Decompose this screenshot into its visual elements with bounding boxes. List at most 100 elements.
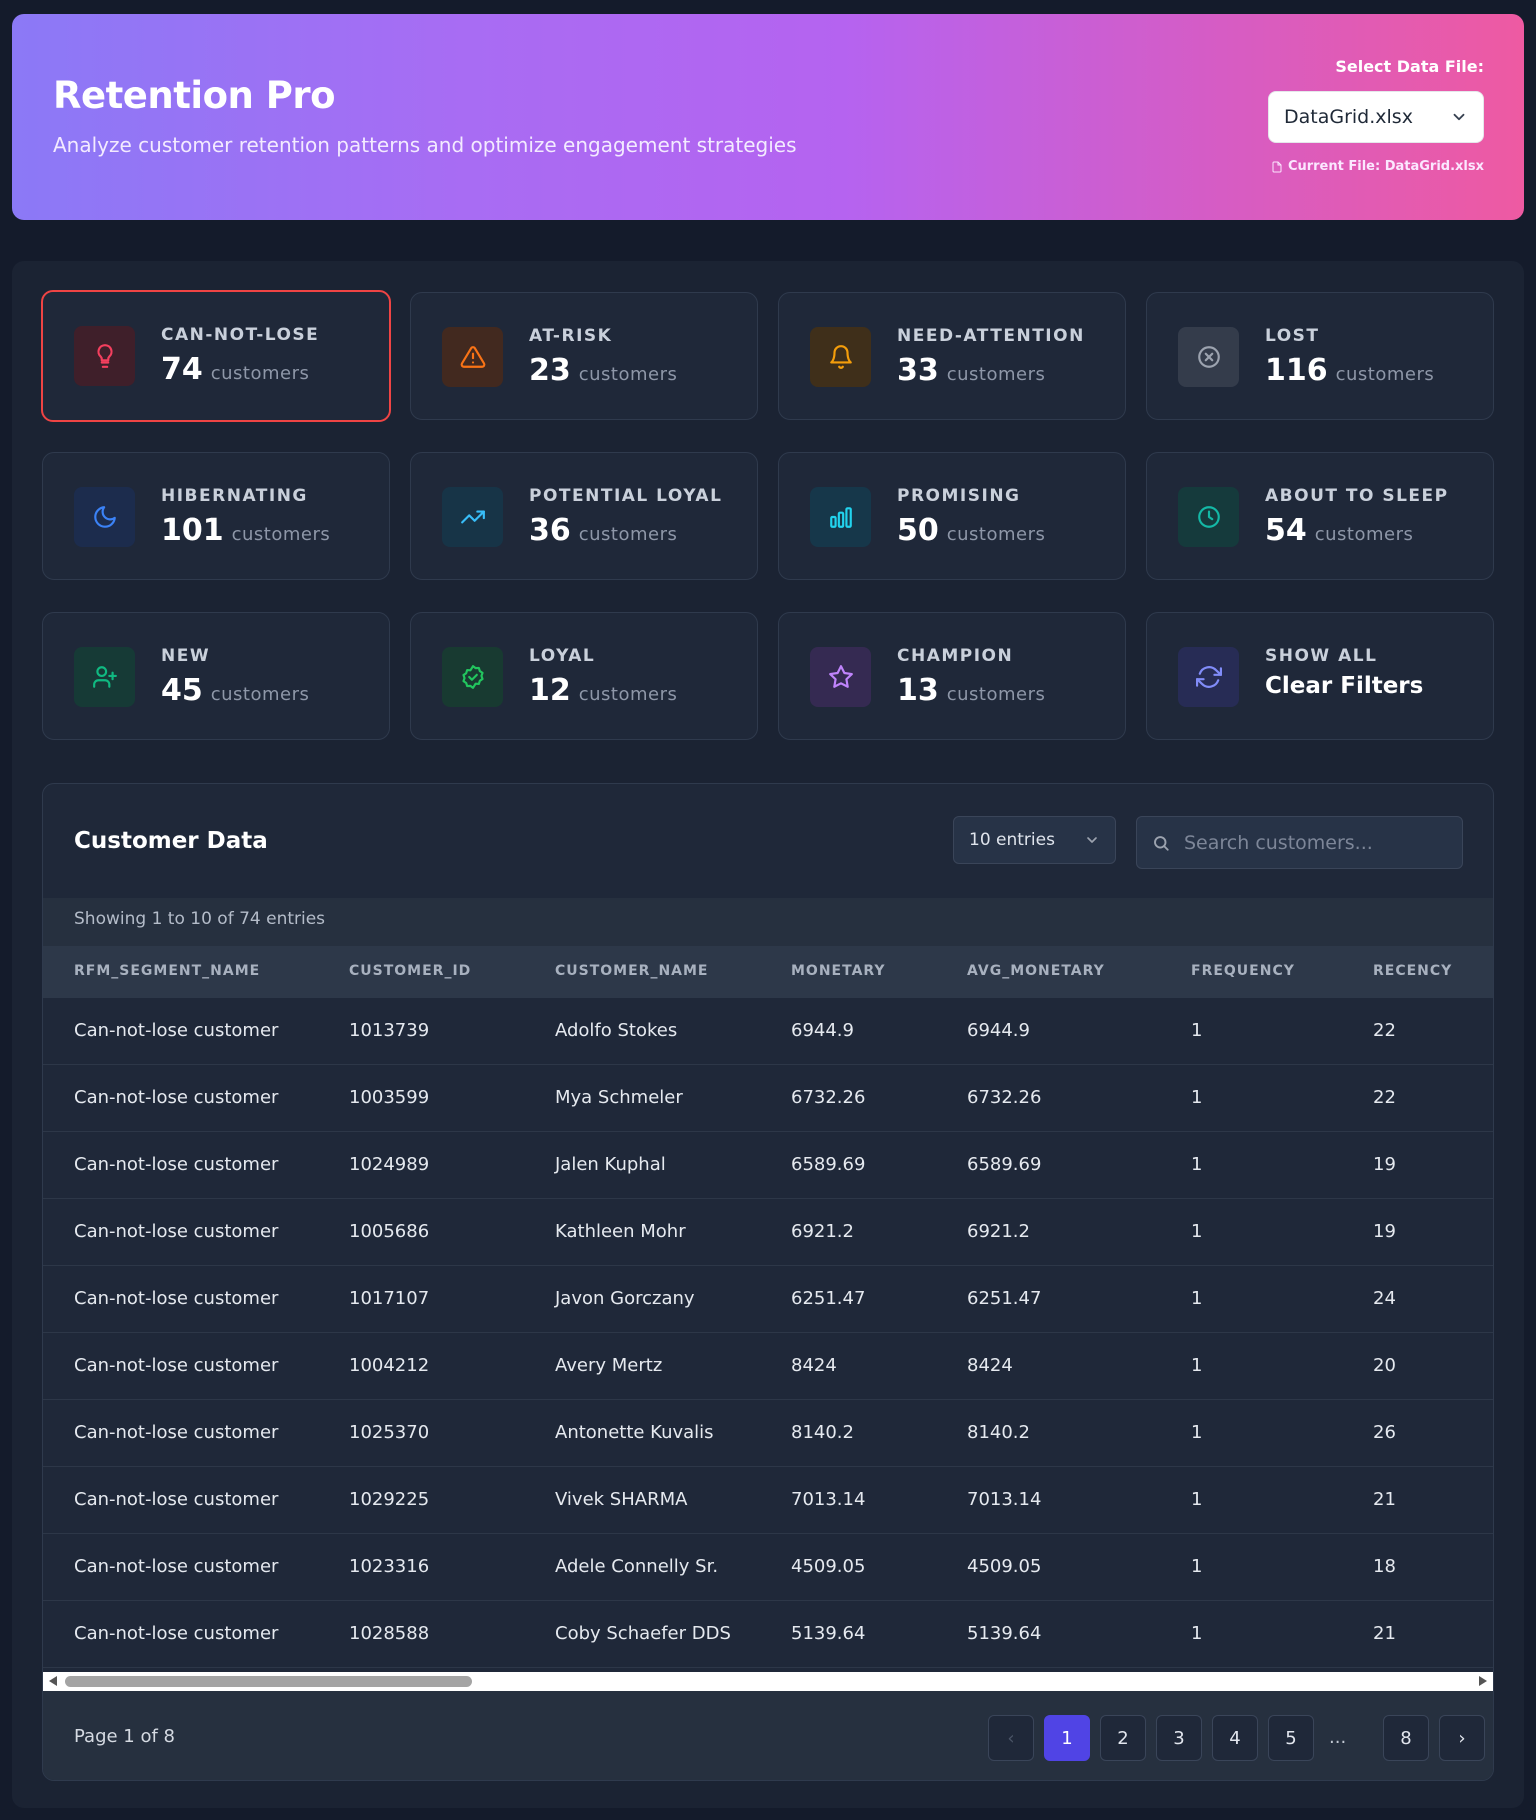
table-row[interactable]: Can-not-lose customer 1004212 Avery Mertz 8…: [43, 1333, 1493, 1400]
cell-frequency: 1: [1191, 1020, 1203, 1041]
segment-label: HIBERNATING: [161, 486, 308, 506]
column-header-customer-id[interactable]: CUSTOMER_ID: [349, 963, 471, 979]
cell-customer-name: Vivek SHARMA: [555, 1489, 688, 1510]
segment-card-show-all[interactable]: SHOW ALL Clear Filters: [1146, 612, 1494, 740]
segment-card-hibernating[interactable]: HIBERNATING 101 customers: [42, 452, 390, 580]
segment-card-at-risk[interactable]: AT-RISK 23 customers: [410, 292, 758, 420]
segment-count: 54: [1265, 513, 1307, 548]
column-header-avg-monetary[interactable]: AVG_MONETARY: [967, 963, 1105, 979]
segment-card-about-to-sleep[interactable]: ABOUT TO SLEEP 54 customers: [1146, 452, 1494, 580]
segment-unit: customers: [210, 363, 310, 384]
segment-card-potential-loyal[interactable]: POTENTIAL LOYAL 36 customers: [410, 452, 758, 580]
next-page-button[interactable]: ›: [1439, 1715, 1485, 1761]
segment-count-row: 13 customers: [897, 673, 1045, 708]
page-button-4[interactable]: 4: [1212, 1715, 1258, 1761]
segment-label: POTENTIAL LOYAL: [529, 486, 723, 506]
cell-frequency: 1: [1191, 1221, 1203, 1242]
cell-rfm-segment-name: Can-not-lose customer: [74, 1623, 279, 1644]
segment-card-lost[interactable]: LOST 116 customers: [1146, 292, 1494, 420]
cell-customer-name: Adele Connelly Sr.: [555, 1556, 719, 1577]
table-row[interactable]: Can-not-lose customer 1003599 Mya Schmeler…: [43, 1065, 1493, 1132]
segment-card-promising[interactable]: PROMISING 50 customers: [778, 452, 1126, 580]
clear-filters-label: Clear Filters: [1265, 673, 1424, 699]
cell-avg-monetary: 6921.2: [967, 1221, 1030, 1242]
cell-rfm-segment-name: Can-not-lose customer: [74, 1154, 279, 1175]
segment-label: ABOUT TO SLEEP: [1265, 486, 1449, 506]
current-file-text: Current File: DataGrid.xlsx: [1287, 159, 1484, 174]
segment-count: 101: [161, 513, 224, 548]
cell-customer-id: 1004212: [349, 1355, 430, 1376]
segment-card-new[interactable]: NEW 45 customers: [42, 612, 390, 740]
badge-check-icon: [442, 647, 503, 707]
search-input[interactable]: [1184, 831, 1444, 854]
file-icon: [1272, 161, 1282, 172]
table-row[interactable]: Can-not-lose customer 1024989 Jalen Kuphal…: [43, 1132, 1493, 1199]
search-icon: [1154, 835, 1169, 851]
cell-avg-monetary: 7013.14: [967, 1489, 1042, 1510]
page-button-1[interactable]: 1: [1044, 1715, 1090, 1761]
cell-monetary: 5139.64: [791, 1623, 866, 1644]
segment-count-row: 45 customers: [161, 673, 309, 708]
table-row[interactable]: Can-not-lose customer 1005686 Kathleen Moh…: [43, 1199, 1493, 1266]
column-header-rfm-segment-name[interactable]: RFM_SEGMENT_NAME: [74, 963, 260, 979]
segment-card-can-not-lose[interactable]: CAN-NOT-LOSE 74 customers: [41, 290, 391, 422]
horizontal-scrollbar[interactable]: [43, 1672, 1493, 1691]
page-button-3[interactable]: 3: [1156, 1715, 1202, 1761]
cell-customer-id: 1017107: [349, 1288, 430, 1309]
segment-card-loyal[interactable]: LOYAL 12 customers: [410, 612, 758, 740]
segment-count-row: 12 customers: [529, 673, 677, 708]
column-header-monetary[interactable]: MONETARY: [791, 963, 886, 979]
segment-count: 116: [1265, 353, 1328, 388]
table-row[interactable]: Can-not-lose customer 1028588 Coby Schaefe…: [43, 1601, 1493, 1668]
entries-value: 10 entries: [969, 830, 1055, 850]
table-row[interactable]: Can-not-lose customer 1023316 Adele Connel…: [43, 1534, 1493, 1601]
segment-count: 36: [529, 513, 571, 548]
table-row[interactable]: Can-not-lose customer 1025370 Antonette Ku…: [43, 1400, 1493, 1467]
segment-label: LOST: [1265, 326, 1320, 346]
cell-customer-name: Mya Schmeler: [555, 1087, 683, 1108]
table-header: RFM_SEGMENT_NAME CUSTOMER_ID CUSTOMER_NAME…: [43, 946, 1493, 998]
table-row[interactable]: Can-not-lose customer 1017107 Javon Gorcza…: [43, 1266, 1493, 1333]
cell-rfm-segment-name: Can-not-lose customer: [74, 1020, 279, 1041]
entries-per-page-select[interactable]: 10 entries: [953, 816, 1116, 864]
table-row[interactable]: Can-not-lose customer 1013739 Adolfo Stoke…: [43, 998, 1493, 1065]
segment-label: CAN-NOT-LOSE: [161, 325, 320, 345]
x-circle-icon: [1178, 327, 1239, 387]
cell-customer-id: 1005686: [349, 1221, 430, 1242]
cell-recency: 21: [1373, 1489, 1396, 1510]
segment-label: SHOW ALL: [1265, 646, 1378, 666]
scroll-right-arrow[interactable]: [1479, 1676, 1487, 1686]
segment-unit: customers: [578, 364, 678, 385]
page-button-5[interactable]: 5: [1268, 1715, 1314, 1761]
column-header-customer-name[interactable]: CUSTOMER_NAME: [555, 963, 709, 979]
page-button-2[interactable]: 2: [1100, 1715, 1146, 1761]
segment-unit: customers: [946, 364, 1046, 385]
cell-frequency: 1: [1191, 1154, 1203, 1175]
scroll-left-arrow[interactable]: [49, 1676, 57, 1686]
scrollbar-thumb[interactable]: [65, 1676, 472, 1687]
search-box[interactable]: [1136, 816, 1463, 869]
cell-rfm-segment-name: Can-not-lose customer: [74, 1489, 279, 1510]
app-header: Retention Pro Analyze customer retention…: [12, 14, 1524, 220]
cell-customer-name: Antonette Kuvalis: [555, 1422, 714, 1443]
cell-frequency: 1: [1191, 1288, 1203, 1309]
cell-recency: 19: [1373, 1154, 1396, 1175]
prev-page-button[interactable]: ‹: [988, 1715, 1034, 1761]
page-button-8[interactable]: 8: [1383, 1715, 1429, 1761]
segment-count: 50: [897, 513, 939, 548]
table-row[interactable]: Can-not-lose customer 1029225 Vivek SHARMA…: [43, 1467, 1493, 1534]
file-select-value: DataGrid.xlsx: [1284, 106, 1413, 128]
file-select-dropdown[interactable]: DataGrid.xlsx: [1268, 91, 1484, 143]
cell-monetary: 8140.2: [791, 1422, 854, 1443]
segment-label: LOYAL: [529, 646, 596, 666]
warning-icon: [442, 327, 503, 387]
cell-monetary: 7013.14: [791, 1489, 866, 1510]
column-header-recency[interactable]: RECENCY: [1373, 963, 1452, 979]
cell-customer-id: 1028588: [349, 1623, 430, 1644]
segment-card-champion[interactable]: CHAMPION 13 customers: [778, 612, 1126, 740]
segment-card-need-attention[interactable]: NEED-ATTENTION 33 customers: [778, 292, 1126, 420]
column-header-frequency[interactable]: FREQUENCY: [1191, 963, 1295, 979]
segment-unit: customers: [946, 524, 1046, 545]
segment-count: 33: [897, 353, 939, 388]
pagination-bar: Page 1 of 8 ‹ 1 2 3 4 5... 8 ›: [43, 1691, 1493, 1780]
